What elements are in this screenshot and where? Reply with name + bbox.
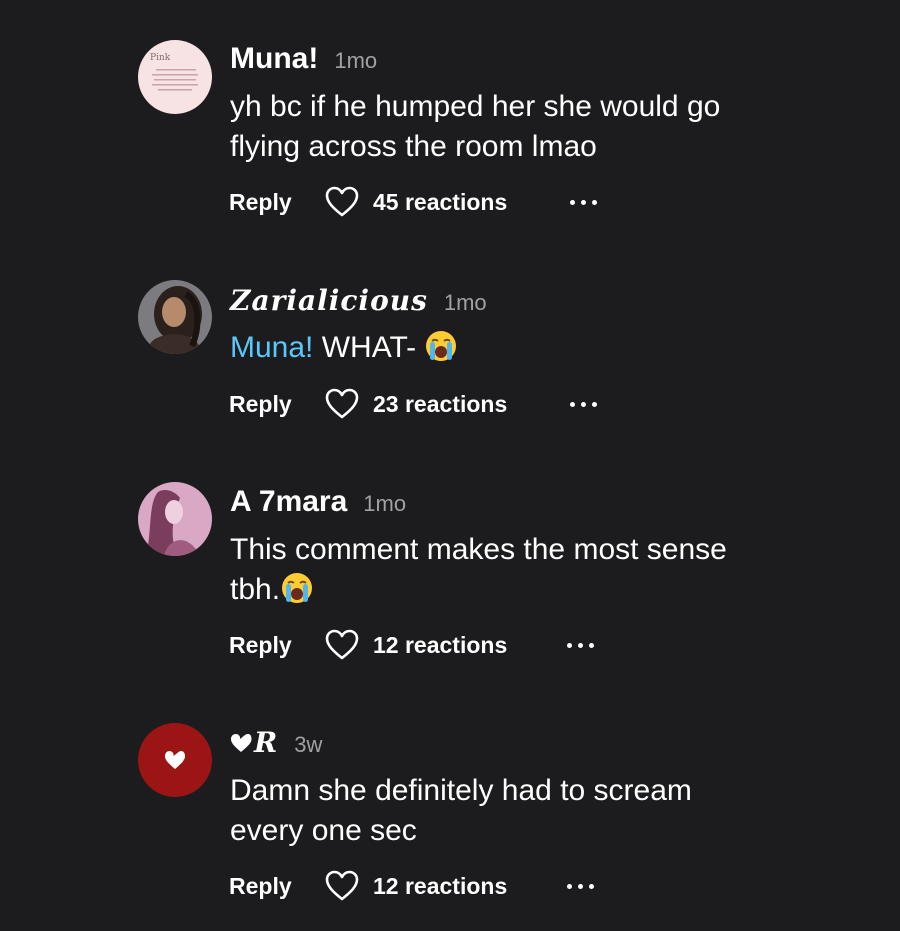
- more-options-icon[interactable]: [570, 200, 597, 205]
- avatar-image: [138, 723, 212, 797]
- reaction-count[interactable]: 23 reactions: [373, 391, 507, 418]
- timestamp: 1mo: [443, 290, 487, 315]
- reply-button[interactable]: Reply: [229, 391, 325, 418]
- avatar-image: [138, 280, 212, 354]
- heart-icon[interactable]: [325, 629, 359, 661]
- comment-text: This comment makes the most sense tbh.: [230, 533, 727, 606]
- avatar[interactable]: Pink: [138, 40, 212, 114]
- author-name[interactable]: Muna!: [230, 42, 318, 76]
- comment-header: R 3w: [230, 726, 322, 759]
- timestamp: 1mo: [363, 491, 407, 516]
- heart-icon[interactable]: [325, 186, 359, 218]
- avatar[interactable]: [138, 482, 212, 556]
- comment-header: Zarialicious 1mo: [230, 284, 487, 317]
- heart-ribbon-icon: [231, 733, 252, 752]
- heart-icon[interactable]: [325, 388, 359, 420]
- reply-button[interactable]: Reply: [229, 873, 325, 900]
- comment-header: Muna! 1mo: [230, 42, 377, 76]
- reaction-count[interactable]: 45 reactions: [373, 189, 507, 216]
- reaction-count[interactable]: 12 reactions: [373, 632, 507, 659]
- avatar[interactable]: [138, 723, 212, 797]
- comment-actions: Reply 12 reactions: [229, 627, 507, 663]
- comment-text: Damn she definitely had to scream every …: [230, 774, 692, 847]
- loudly-crying-face-icon: [426, 331, 457, 361]
- avatar-caption: Pink: [150, 53, 171, 63]
- more-options-icon[interactable]: [567, 643, 594, 648]
- more-options-icon[interactable]: [567, 884, 594, 889]
- more-options-icon[interactable]: [570, 402, 597, 407]
- author-name[interactable]: Zarialicious: [230, 284, 428, 317]
- author-name[interactable]: R: [254, 726, 278, 759]
- avatar-image: Pink: [138, 40, 212, 114]
- comment-header: A 7mara 1mo: [230, 485, 406, 519]
- comment-text: yh bc if he humped her she would go flyi…: [230, 90, 721, 163]
- reaction-count[interactable]: 12 reactions: [373, 873, 507, 900]
- mention-link[interactable]: Muna!: [230, 331, 313, 364]
- reply-button[interactable]: Reply: [229, 632, 325, 659]
- comment-actions: Reply 45 reactions: [229, 184, 507, 220]
- author-name[interactable]: A 7mara: [230, 485, 347, 519]
- reply-button[interactable]: Reply: [229, 189, 325, 216]
- loudly-crying-face-icon: [282, 573, 313, 603]
- timestamp: 1mo: [334, 48, 378, 73]
- comment-text: Muna! WHAT-: [230, 328, 850, 368]
- timestamp: 3w: [294, 732, 323, 757]
- heart-icon[interactable]: [325, 870, 359, 902]
- comment-actions: Reply 23 reactions: [229, 386, 507, 422]
- avatar-image: [138, 482, 212, 556]
- avatar[interactable]: [138, 280, 212, 354]
- comment-actions: Reply 12 reactions: [229, 868, 507, 904]
